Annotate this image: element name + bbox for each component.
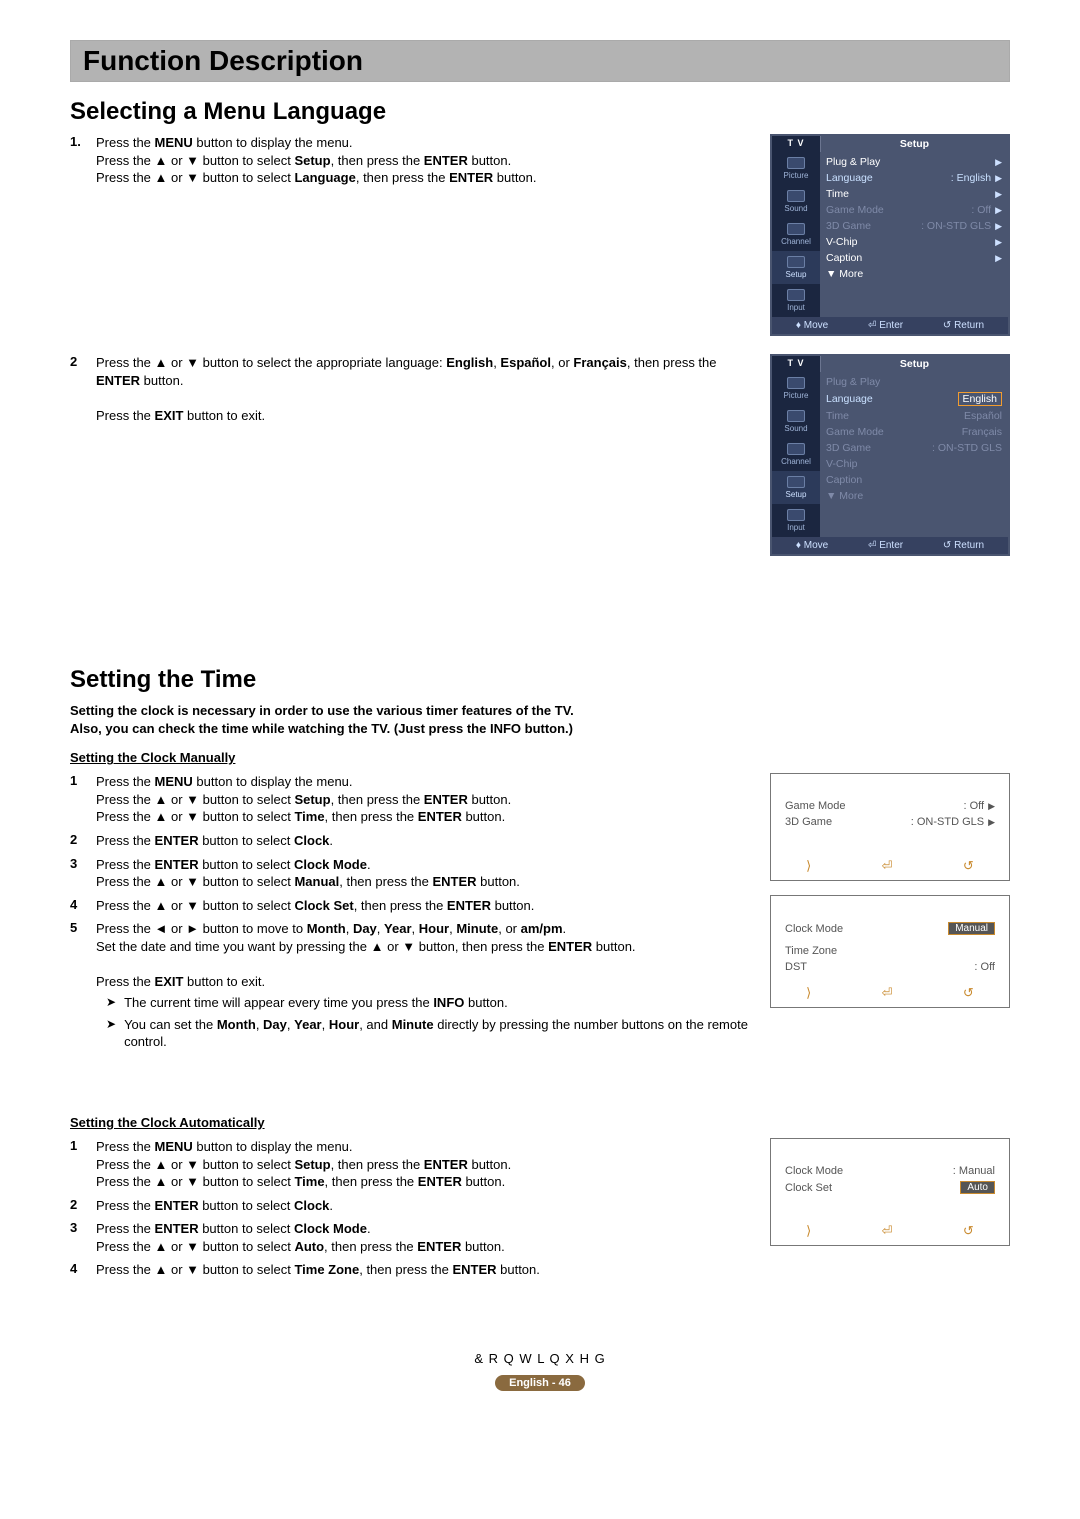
picture-icon: [787, 377, 805, 389]
crop-text: & R Q W L Q X H G: [70, 1351, 1010, 1366]
input-icon: [787, 509, 805, 521]
enter-icon: ⏎: [882, 1223, 893, 1239]
enter-icon: ⏎: [882, 985, 893, 1001]
page-number: English - 46: [495, 1375, 585, 1391]
osd-setup-menu-1: T V Setup Picture Sound Channel Setup In…: [770, 134, 1010, 336]
title-banner: Function Description: [70, 40, 1010, 82]
section-heading-time: Setting the Time: [70, 666, 1010, 694]
setup-icon: [787, 476, 805, 488]
return-icon: ↺: [963, 1223, 974, 1239]
page-title: Function Description: [83, 45, 363, 77]
enter-icon: ⏎: [882, 858, 893, 874]
setup-icon: [787, 256, 805, 268]
return-icon: ↺: [963, 985, 974, 1001]
return-icon: ↺: [963, 858, 974, 874]
note-arrow-icon: ➤: [106, 994, 116, 1012]
osd-clock-menu-1: Clock ModeManual Time Zone DST: Off ⟩⏎↺: [770, 895, 1010, 1008]
move-icon: ⟩: [806, 1223, 811, 1239]
channel-icon: [787, 443, 805, 455]
sound-icon: [787, 410, 805, 422]
sound-icon: [787, 190, 805, 202]
subhead-auto: Setting the Clock Automatically: [70, 1115, 1010, 1130]
osd-clock-menu-2: Clock Mode: Manual Clock SetAuto ⟩⏎↺: [770, 1138, 1010, 1246]
osd-time-menu-1: Game Mode: Off▶ 3D Game: ON-STD GLS▶ ⟩⏎↺: [770, 773, 1010, 881]
step-1-1: 1. Press the MENU button to display the …: [70, 134, 750, 187]
channel-icon: [787, 223, 805, 235]
subhead-manual: Setting the Clock Manually: [70, 750, 1010, 765]
step-1-2: 2 Press the ▲ or ▼ button to select the …: [70, 354, 750, 424]
picture-icon: [787, 157, 805, 169]
note-arrow-icon: ➤: [106, 1016, 116, 1051]
move-icon: ⟩: [806, 858, 811, 874]
input-icon: [787, 289, 805, 301]
osd-setup-menu-2: T V Setup Picture Sound Channel Setup In…: [770, 354, 1010, 556]
move-icon: ⟩: [806, 985, 811, 1001]
time-intro: Setting the clock is necessary in order …: [70, 702, 1010, 738]
section-heading-language: Selecting a Menu Language: [70, 98, 1010, 126]
